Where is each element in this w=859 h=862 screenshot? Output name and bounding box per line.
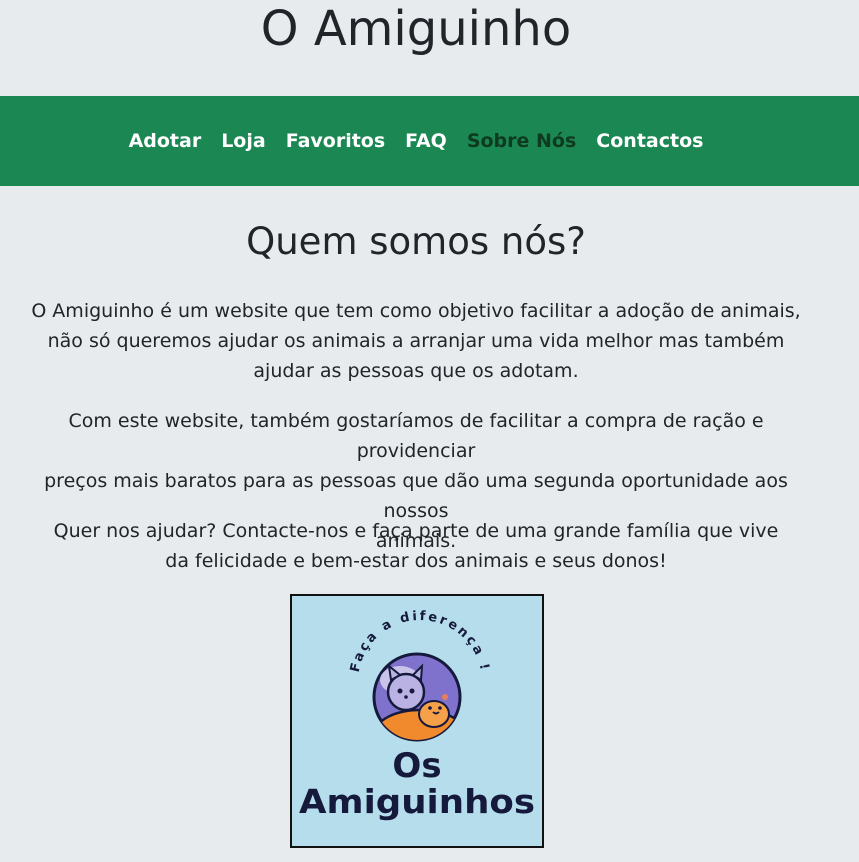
- paragraph-line: da felicidade e bem-estar dos animais e …: [165, 550, 667, 572]
- paragraph-line: Com este website, também gostaríamos de …: [68, 410, 764, 462]
- cat-dog-emblem-icon: [372, 652, 462, 742]
- nav-link-favoritos[interactable]: Favoritos: [286, 130, 385, 152]
- nav-link-sobre-nos[interactable]: Sobre Nós: [467, 130, 576, 152]
- logo-name-line-2: Amiguinhos: [299, 782, 535, 821]
- site-title: O Amiguinho: [260, 1, 572, 57]
- nav-link-loja[interactable]: Loja: [221, 130, 266, 152]
- paragraph-line: não só queremos ajudar os animais a arra…: [47, 330, 785, 352]
- logo-name-line-1: Os: [392, 746, 441, 786]
- paragraph-line: ajudar as pessoas que os adotam.: [253, 360, 579, 382]
- paragraph-line: Quer nos ajudar? Contacte-nos e faça par…: [53, 520, 779, 542]
- main-navbar: Adotar Loja Favoritos FAQ Sobre Nós Cont…: [0, 96, 859, 186]
- nav-link-contactos[interactable]: Contactos: [596, 130, 703, 152]
- os-amiguinhos-logo: Faça a diferença ! Os Amiguinhos: [290, 594, 544, 848]
- about-paragraph-3: Quer nos ajudar? Contacte-nos e faça par…: [30, 516, 802, 576]
- nav-link-adotar[interactable]: Adotar: [129, 130, 202, 152]
- about-heading: Quem somos nós?: [246, 220, 586, 263]
- nav-list: Adotar Loja Favoritos FAQ Sobre Nós Cont…: [0, 96, 832, 186]
- logo-graphic: Faça a diferença ! Os Amiguinhos: [299, 609, 535, 821]
- nav-link-faq[interactable]: FAQ: [405, 130, 447, 152]
- paragraph-line: O Amiguinho é um website que tem como ob…: [31, 300, 801, 322]
- about-paragraph-1: O Amiguinho é um website que tem como ob…: [30, 296, 802, 386]
